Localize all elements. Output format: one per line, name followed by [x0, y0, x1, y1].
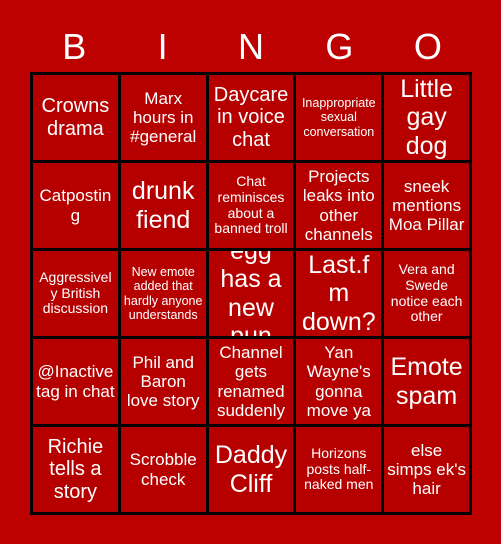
bingo-cell-label: Inappropriate sexual conversation: [301, 96, 376, 139]
bingo-cell-label: "Is Last.fm down?": [301, 251, 376, 336]
bingo-cell-r4c1[interactable]: @Inactive tag in chat: [33, 339, 118, 424]
bingo-cell-r3c1[interactable]: Aggressively British discussion: [33, 251, 118, 336]
bingo-cell-label: Emote spam: [390, 353, 463, 410]
bingo-cell-label: Daddy Cliff: [214, 441, 288, 498]
bingo-cell-label: drunk fiend: [131, 177, 195, 234]
bingo-cell-r5c3[interactable]: Daddy Cliff: [208, 427, 294, 512]
bingo-cell-r5c1[interactable]: Richie tells a story: [33, 427, 118, 512]
bingo-cell-label: New emote added that hardly anyone under…: [123, 265, 203, 322]
bingo-cell-label: Chat reminisces about a banned troll: [214, 172, 288, 237]
bingo-cell-r4c3[interactable]: Channel gets renamed suddenly: [208, 339, 294, 424]
bingo-cell-label: Projects leaks into other channels: [302, 167, 375, 244]
bingo-header-letter-i: I: [157, 26, 168, 67]
bingo-card: B I N G O Crowns drama Marx hours in #general…: [0, 0, 501, 544]
bingo-cell-r1c4[interactable]: Inappropriate sexual conversation: [296, 75, 382, 160]
bingo-grid: Crowns drama Marx hours in #general Daycar…: [30, 72, 472, 515]
bingo-cell-r4c2[interactable]: Phil and Baron love story: [120, 339, 206, 424]
bingo-cell-r2c4[interactable]: Projects leaks into other channels: [296, 163, 382, 248]
bingo-cell-r1c2[interactable]: Marx hours in #general: [120, 75, 206, 160]
bingo-cell-label: Catposting: [39, 186, 112, 225]
bingo-cell-r5c2[interactable]: Scrobble check: [120, 427, 206, 512]
bingo-cell-label: Little gay dog: [400, 75, 453, 160]
bingo-header-letter-b: B: [62, 26, 87, 67]
bingo-cell-label: Daycare in voice chat: [213, 83, 289, 151]
bingo-cell-r4c5[interactable]: Emote spam: [384, 339, 469, 424]
bingo-header-letters: BINGO: [30, 22, 472, 72]
bingo-cell-label: Aggressively British discussion: [39, 268, 112, 317]
bingo-cell-label: Richie tells a story: [47, 435, 104, 503]
bingo-cell-label: Phil and Baron love story: [126, 352, 200, 411]
bingo-cell-r1c3[interactable]: Daycare in voice chat: [208, 75, 294, 160]
bingo-cell-label: Marx hours in #general: [130, 88, 197, 147]
bingo-cell-r2c1[interactable]: Catposting: [33, 163, 118, 248]
bingo-cell-r3c3[interactable]: egg has a new pun: [208, 251, 294, 336]
bingo-cell-r2c5[interactable]: sneek mentions Moa Pillar: [384, 163, 469, 248]
bingo-cell-r4c4[interactable]: Yan Wayne's gonna move ya: [296, 339, 382, 424]
bingo-cell-r1c5[interactable]: Little gay dog: [384, 75, 469, 160]
bingo-cell-label: sneek mentions Moa Pillar: [388, 176, 465, 235]
bingo-cell-label: Yan Wayne's gonna move ya: [306, 343, 371, 420]
bingo-cell-label: @Inactive tag in chat: [36, 362, 115, 401]
bingo-cell-label: Vera and Swede notice each other: [390, 260, 463, 325]
bingo-cell-label: egg has a new pun: [220, 251, 282, 336]
bingo-cell-label: Channel gets renamed suddenly: [216, 343, 286, 420]
bingo-cell-label: Scrobble check: [129, 450, 197, 489]
bingo-cell-r3c5[interactable]: Vera and Swede notice each other: [384, 251, 469, 336]
bingo-cell-r1c1[interactable]: Crowns drama: [33, 75, 118, 160]
bingo-header-letter-n: N: [238, 26, 265, 67]
bingo-cell-r5c4[interactable]: Horizons posts half-naked men: [296, 427, 382, 512]
bingo-cell-r2c3[interactable]: Chat reminisces about a banned troll: [208, 163, 294, 248]
bingo-cell-r3c4[interactable]: "Is Last.fm down?": [296, 251, 382, 336]
bingo-cell-label: else simps ek's hair: [387, 440, 467, 499]
bingo-cell-label: Crowns drama: [41, 94, 110, 140]
bingo-cell-r2c2[interactable]: drunk fiend: [120, 163, 206, 248]
bingo-cell-r5c5[interactable]: else simps ek's hair: [384, 427, 469, 512]
bingo-header-letter-o: O: [413, 26, 442, 67]
bingo-cell-r3c2[interactable]: New emote added that hardly anyone under…: [120, 251, 206, 336]
bingo-header-letter-g: G: [325, 26, 354, 67]
bingo-cell-label: Horizons posts half-naked men: [304, 444, 374, 493]
